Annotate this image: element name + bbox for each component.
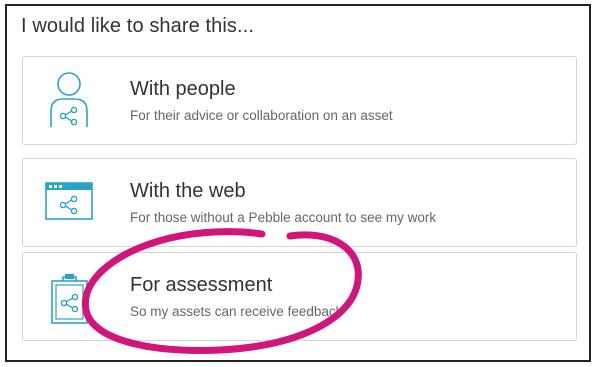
- browser-share-icon: [45, 182, 93, 220]
- option-description: For their advice or collaboration on an …: [130, 108, 393, 123]
- person-share-icon: [50, 72, 88, 127]
- share-with-web-option[interactable]: With the web For those without a Pebble …: [22, 158, 577, 247]
- option-title: With people: [130, 78, 236, 100]
- option-description: For those without a Pebble account to se…: [130, 210, 437, 225]
- clipboard-share-icon: [51, 274, 88, 324]
- share-for-assessment-option[interactable]: For assessment So my assets can receive …: [22, 252, 577, 341]
- dialog-heading: I would like to share this...: [21, 15, 255, 37]
- option-title: For assessment: [130, 274, 273, 296]
- option-title: With the web: [130, 180, 246, 202]
- option-description: So my assets can receive feedback: [130, 304, 343, 319]
- share-with-people-option[interactable]: With people For their advice or collabor…: [22, 56, 577, 145]
